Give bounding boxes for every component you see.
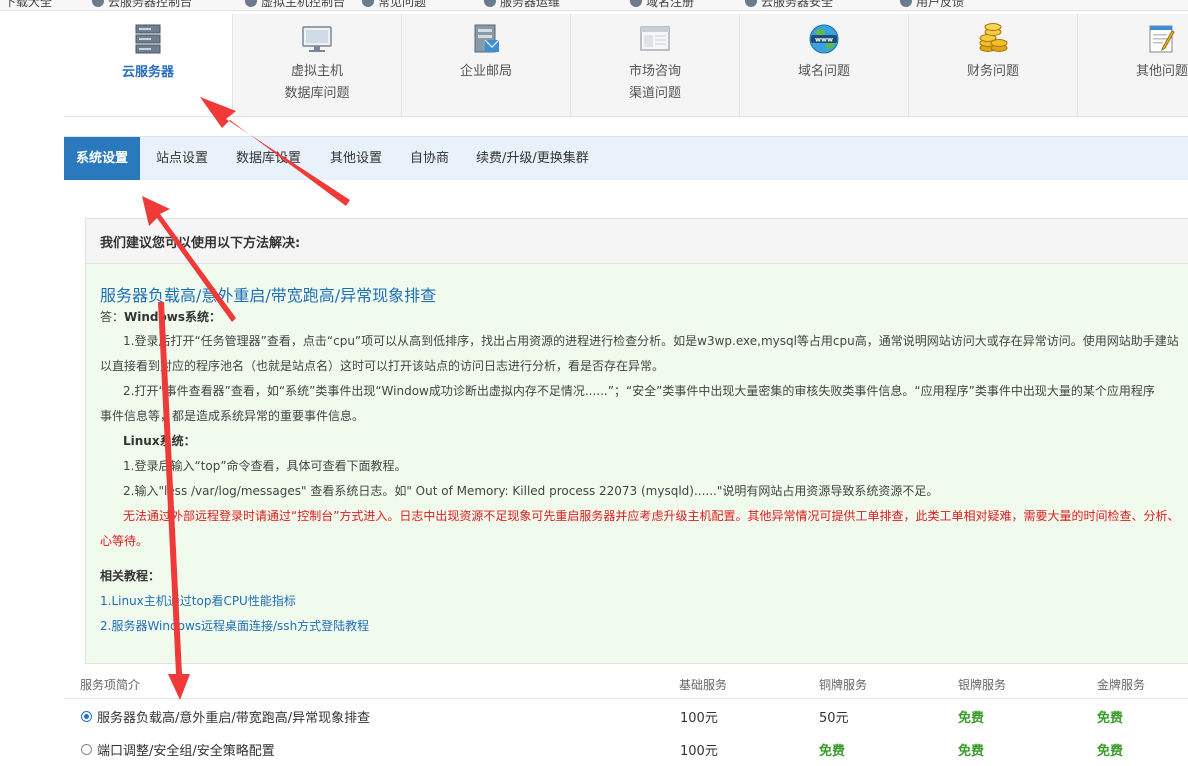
warning-line2: 心等待。 [100, 534, 149, 548]
windows-label: Windows系统： [124, 310, 221, 324]
win-step2-line2: 事件信息等，都是造成系统异常的重要事件信息。 [100, 409, 365, 423]
col-basic: 基础服务 [679, 678, 728, 692]
linux-step2: 2.输入"less /var/log/messages" 查看系统日志。如" O… [123, 484, 939, 498]
globe-www-icon: www [809, 24, 839, 54]
service-radio[interactable] [81, 711, 92, 722]
category-label: 其他问题 [1135, 64, 1188, 79]
col-service-name: 服务项简介 [80, 678, 141, 692]
svg-text:www: www [815, 36, 833, 44]
site-icon [245, 0, 257, 7]
category-virtual-host[interactable]: 虚拟主机 数据库问题 [233, 14, 402, 116]
bookmark-item[interactable]: 用户反馈 [900, 0, 964, 10]
tab-site-settings[interactable]: 站点设置 [156, 137, 208, 180]
answer-label: 答： [100, 310, 125, 324]
category-domain[interactable]: www 域名问题 [740, 14, 909, 116]
tab-database-settings[interactable]: 数据库设置 [236, 137, 301, 180]
bookmark-label: 服务器运维 [500, 0, 561, 9]
notepad-pencil-icon [1149, 25, 1175, 53]
browser-window-icon [640, 26, 670, 51]
coins-icon [979, 23, 1008, 52]
price-basic: 100元 [680, 711, 718, 726]
category-label: 市场咨询 [628, 64, 681, 79]
bookmark-label: 虚拟主机控制台 [261, 0, 346, 9]
win-step1-line1: 1.登录后打开“任务管理器”查看，点击“cpu”项可以从高到低排序，找出占用资源… [123, 334, 1179, 348]
bookmark-label: 常见问题 [378, 0, 427, 9]
col-silver: 银牌服务 [958, 678, 1007, 692]
bookmark-item[interactable]: 虚拟主机控制台 [245, 0, 345, 10]
panel-header: 我们建议您可以使用以下方法解决: [86, 219, 1188, 264]
category-cloud-server[interactable]: 云服务器 [64, 14, 233, 116]
category-bar: 云服务器 虚拟主机 数据库问题 企业邮局 市场咨询 渠道问题 www 域名问题 … [64, 14, 1188, 117]
category-label: 财务问题 [966, 64, 1019, 79]
bookmark-item[interactable]: 云服务器控制台 [92, 0, 192, 10]
solution-panel: 我们建议您可以使用以下方法解决: 服务器负载高/意外重启/带宽跑高/异常现象排查… [85, 218, 1188, 664]
category-label: 域名问题 [797, 64, 850, 79]
linux-heading: Linux系统： [123, 434, 196, 448]
service-row[interactable]: 服务器负载高/意外重启/带宽跑高/异常现象排查 100元 50元 免费 免费 [64, 700, 1188, 733]
bookmark-item[interactable]: 域名注册 [630, 0, 694, 10]
site-icon [900, 0, 912, 7]
service-name: 端口调整/安全组/安全策略配置 [97, 744, 275, 759]
category-finance[interactable]: 财务问题 [909, 14, 1078, 116]
service-row[interactable]: 端口调整/安全组/安全策略配置 100元 免费 免费 免费 [64, 733, 1188, 766]
server-icon [135, 24, 161, 54]
bookmark-label: 云服务器安全 [761, 0, 834, 9]
monitor-icon [302, 26, 332, 52]
category-market-consult[interactable]: 市场咨询 渠道问题 [571, 14, 740, 116]
mail-server-icon [474, 24, 500, 53]
tutorial-link-remote-login[interactable]: 2.服务器Windows远程桌面连接/ssh方式登陆教程 [100, 618, 369, 634]
price-silver: 免费 [958, 711, 985, 726]
price-gold: 免费 [1097, 744, 1124, 759]
warning-line1: 无法通过外部远程登录时请通过“控制台”方式进入。日志中出现资源不足现象可先重启服… [123, 509, 1180, 523]
price-bronze: 50元 [819, 711, 849, 726]
settings-tabs: 系统设置 站点设置 数据库设置 其他设置 自协商 续费/升级/更换集群 [64, 136, 1188, 180]
win-step1-line2: 以直接看到对应的程序池名（也就是站点名）这时可以打开该站点的访问日志进行分析，看… [100, 359, 665, 373]
panel-header-text: 我们建议您可以使用以下方法解决: [100, 236, 301, 251]
tab-system-settings[interactable]: 系统设置 [64, 137, 141, 180]
tab-other-settings[interactable]: 其他设置 [330, 137, 382, 180]
col-gold: 金牌服务 [1097, 678, 1146, 692]
solution-title: 服务器负载高/意外重启/带宽跑高/异常现象排查 [100, 286, 437, 305]
bookmark-label: 云服务器控制台 [108, 0, 193, 9]
bookmark-label: 用户反馈 [916, 0, 965, 9]
site-icon [745, 0, 757, 7]
site-icon [92, 0, 104, 7]
price-basic: 100元 [680, 744, 718, 759]
category-label: 云服务器 [121, 65, 174, 80]
site-icon [630, 0, 642, 7]
col-bronze: 铜牌服务 [819, 678, 868, 692]
category-label-line2: 渠道问题 [628, 86, 681, 101]
bookmark-item[interactable]: 常见问题 [362, 0, 426, 10]
category-enterprise-mail[interactable]: 企业邮局 [402, 14, 571, 116]
category-label: 企业邮局 [459, 64, 512, 79]
bookmark-label: 域名注册 [646, 0, 695, 9]
win-step2-line1: 2.打开“事件查看器”查看，如“系统”类事件出现“Window成功诊断出虚拟内存… [123, 384, 1155, 398]
tutorials-heading: 相关教程： [100, 569, 161, 583]
category-label-line2: 数据库问题 [284, 86, 350, 101]
bookmarks-bar: 下载大全 云服务器控制台 虚拟主机控制台 常见问题 服务器运维 域名注册 云服务… [0, 0, 1188, 11]
tab-renew-upgrade[interactable]: 续费/升级/更换集群 [476, 137, 589, 180]
tab-auto-negotiate[interactable]: 自协商 [410, 137, 449, 180]
site-icon [484, 0, 496, 7]
price-gold: 免费 [1097, 711, 1124, 726]
bookmark-item[interactable]: 服务器运维 [484, 0, 560, 10]
windows-heading: 答：Windows系统： [100, 309, 221, 325]
bookmark-label: 下载大全 [4, 0, 53, 9]
category-label: 虚拟主机 [290, 64, 343, 79]
bookmark-item[interactable]: 云服务器安全 [745, 0, 833, 10]
service-radio[interactable] [81, 744, 92, 755]
bookmark-item[interactable]: 下载大全 [4, 0, 52, 10]
linux-step1: 1.登录后输入“top”命令查看，具体可查看下面教程。 [123, 459, 407, 473]
service-table-header: 服务项简介 基础服务 铜牌服务 银牌服务 金牌服务 [64, 672, 1188, 699]
category-other[interactable]: 其他问题 [1078, 14, 1188, 116]
tutorial-link-linux-top[interactable]: 1.Linux主机通过top看CPU性能指标 [100, 593, 296, 609]
price-bronze: 免费 [819, 744, 846, 759]
price-silver: 免费 [958, 744, 985, 759]
site-icon [362, 0, 374, 7]
service-name: 服务器负载高/意外重启/带宽跑高/异常现象排查 [97, 711, 371, 726]
